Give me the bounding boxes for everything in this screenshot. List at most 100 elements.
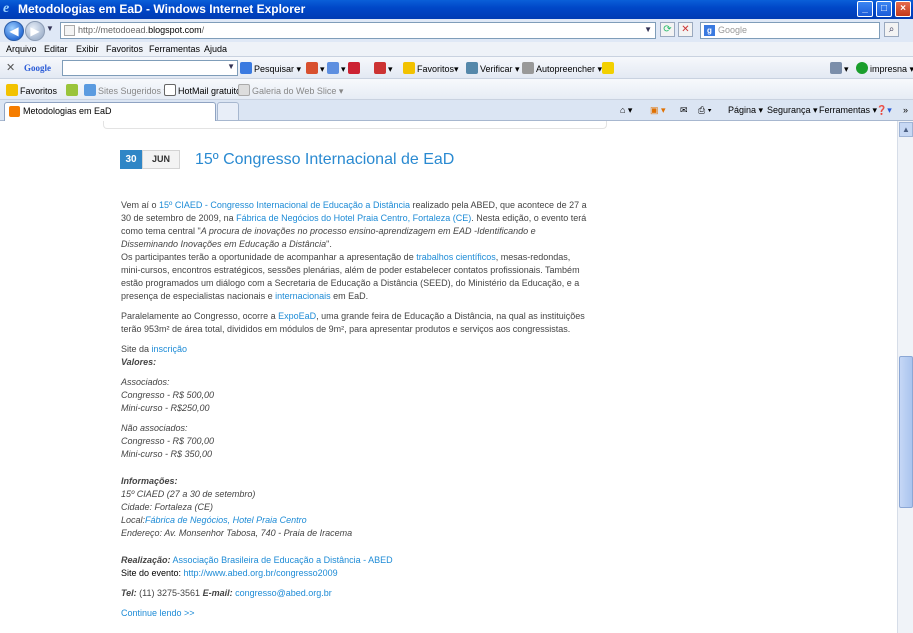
star-icon [6, 84, 18, 96]
google-logo: Google [24, 63, 51, 73]
wrench-icon [830, 62, 842, 74]
scroll-thumb[interactable] [899, 356, 913, 508]
info-event: 15º CIAED (27 a 30 de setembro) [121, 489, 256, 499]
menu-ajuda[interactable]: Ajuda [204, 44, 227, 54]
new-tab-button[interactable] [217, 102, 239, 121]
pagina-menu[interactable]: Página ▾ [728, 105, 763, 116]
chevron-down-icon: ▼ [227, 62, 235, 71]
continue-reading-link[interactable]: Continue lendo >> [121, 608, 195, 618]
help-icon[interactable]: ❓▾ [876, 105, 892, 116]
sites-sugeridos-link[interactable]: Sites Sugeridos ▾ [84, 84, 168, 97]
read-mail-icon[interactable]: ✉ [680, 105, 688, 116]
address-row: ◀ ▶ ▼ http://metodoead.blogspot.com/ ▼ ⟳… [0, 19, 913, 42]
verificar-button[interactable]: Verificar ▾ [466, 62, 520, 75]
paragraph-expo: Paralelamente ao Congresso, ocorre a Exp… [121, 311, 585, 334]
home-icon[interactable]: ⌂ ▾ [620, 105, 632, 116]
menu-bar: Arquivo Editar Exibir Favoritos Ferramen… [0, 42, 913, 57]
menu-favoritos[interactable]: Favoritos [106, 44, 143, 54]
realizacao-line: Realização: Associação Brasileira de Edu… [121, 555, 393, 565]
date-badge: 30 JUN [120, 150, 180, 169]
post-title[interactable]: 15º Congresso Internacional de EaD [195, 151, 454, 169]
search-placeholder: Google [718, 25, 748, 35]
web-slice-icon [238, 84, 250, 96]
tab-label: Metodologias em EaD [23, 106, 112, 116]
hotmail-link[interactable]: HotMail gratuito [164, 84, 241, 96]
favoritos-button[interactable]: Favoritos [6, 84, 57, 96]
forward-button[interactable]: ▶ [25, 21, 45, 41]
minimize-button[interactable]: _ [857, 1, 873, 17]
expoead-link[interactable]: ExpoEaD [278, 311, 316, 321]
toolbar-overflow-icon[interactable]: » [903, 105, 908, 115]
info-local: Local:Fábrica de Negócios, Hotel Praia C… [121, 515, 307, 525]
vertical-scrollbar[interactable]: ▲ [897, 121, 913, 633]
marker-icon [602, 62, 614, 74]
highlight-icon[interactable] [602, 62, 616, 74]
ie-logo-icon: e [3, 1, 10, 16]
associados-heading: Associados: [121, 377, 170, 387]
close-toolbar-icon[interactable]: ✕ [6, 61, 15, 74]
pagerank-icon[interactable]: ▾ [374, 62, 393, 75]
bookmark-icon [306, 62, 318, 74]
scroll-up-arrow-icon[interactable]: ▲ [899, 122, 913, 137]
address-dropdown-icon[interactable]: ▼ [644, 25, 652, 34]
post-top-border [103, 121, 607, 129]
tab-metodologias[interactable]: Metodologias em EaD [4, 102, 216, 121]
inscricao-link[interactable]: inscrição [152, 344, 188, 354]
address-bar[interactable]: http://metodoead.blogspot.com/ ▼ [60, 22, 656, 39]
maximize-button[interactable]: □ [876, 1, 892, 17]
spellcheck-icon [466, 62, 478, 74]
ciaed-link[interactable]: 15º CIAED - Congresso Internacional de E… [159, 200, 410, 210]
page-icon [164, 84, 176, 96]
print-icon[interactable]: ⎙ ▾ [698, 105, 711, 116]
title-bar: e Metodologias em EaD - Windows Internet… [0, 0, 913, 19]
pesquisar-button[interactable]: Pesquisar ▾ [240, 62, 301, 75]
toolbar-misc-icons[interactable]: ▾ ▾ [306, 62, 362, 75]
blogger-icon [9, 106, 20, 117]
menu-arquivo[interactable]: Arquivo [6, 44, 37, 54]
nao-associados-minicurso: Mini-curso - R$ 350,00 [121, 449, 213, 459]
autopreencher-button[interactable]: Autopreencher ▾ [522, 62, 602, 75]
galeria-web-slice-link[interactable]: Galeria do Web Slice ▾ [238, 84, 343, 97]
google-toolbar: ✕ Google ▼ Pesquisar ▾ ▾ ▾ ▾ Favoritos▾ … [0, 57, 913, 79]
trabalhos-link[interactable]: trabalhos científicos [416, 252, 496, 262]
menu-editar[interactable]: Editar [44, 44, 68, 54]
search-go-button[interactable]: ⌕ [884, 22, 899, 37]
status-dot-icon [856, 62, 868, 74]
site-evento-line: Site do evento: http://www.abed.org.br/c… [121, 568, 338, 578]
recent-pages-dropdown-icon[interactable]: ▼ [46, 24, 54, 33]
google-g-icon [240, 62, 252, 74]
google-search-input[interactable]: ▼ [62, 60, 238, 76]
abed-link[interactable]: Associação Brasileira de Educação a Dist… [173, 555, 393, 565]
add-star-icon [66, 84, 78, 96]
search-box[interactable]: g Google [700, 22, 880, 39]
site-evento-link[interactable]: http://www.abed.org.br/congresso2009 [184, 568, 338, 578]
info-address: Endereço: Av. Monsenhor Tabosa, 740 - Pr… [121, 528, 353, 538]
close-button[interactable]: × [895, 1, 911, 17]
plus-icon [327, 62, 340, 74]
menu-exibir[interactable]: Exibir [76, 44, 99, 54]
post-body: Vem aí o 15º CIAED - Congresso Internaci… [121, 199, 591, 620]
stop-button[interactable]: ✕ [678, 22, 693, 37]
page-icon [64, 25, 75, 36]
info-city: Cidade: Fortaleza (CE) [121, 502, 214, 512]
internacionais-link[interactable]: internacionais [275, 291, 331, 301]
associados-congresso: Congresso - R$ 500,00 [121, 390, 215, 400]
add-favorite-icon[interactable] [66, 84, 80, 96]
back-button[interactable]: ◀ [4, 21, 24, 41]
ferramentas-menu[interactable]: Ferramentas ▾ [819, 105, 877, 116]
star-icon [403, 62, 415, 74]
venue-link[interactable]: Fábrica de Negócios do Hotel Praia Centr… [236, 213, 471, 223]
impresna-account-button[interactable]: impresna ▾ [856, 62, 913, 75]
page-content: 30 JUN 15º Congresso Internacional de Ea… [0, 121, 897, 633]
email-link[interactable]: congresso@abed.org.br [235, 588, 332, 598]
window-title: Metodologias em EaD - Windows Internet E… [18, 2, 306, 16]
refresh-button[interactable]: ⟳ [660, 22, 675, 37]
local-link[interactable]: Fábrica de Negócios, Hotel Praia Centro [145, 515, 307, 525]
pagerank-badge-icon [374, 62, 386, 74]
favoritos-toolbar-button[interactable]: Favoritos▾ [403, 62, 459, 75]
settings-wrench-icon[interactable]: ▾ [830, 62, 849, 75]
seguranca-menu[interactable]: Segurança ▾ [767, 105, 818, 116]
contact-line: Tel: (11) 3275-3561 E-mail: congresso@ab… [121, 588, 332, 598]
rss-icon[interactable]: ▣ ▾ [650, 105, 666, 116]
menu-ferramentas[interactable]: Ferramentas [149, 44, 200, 54]
